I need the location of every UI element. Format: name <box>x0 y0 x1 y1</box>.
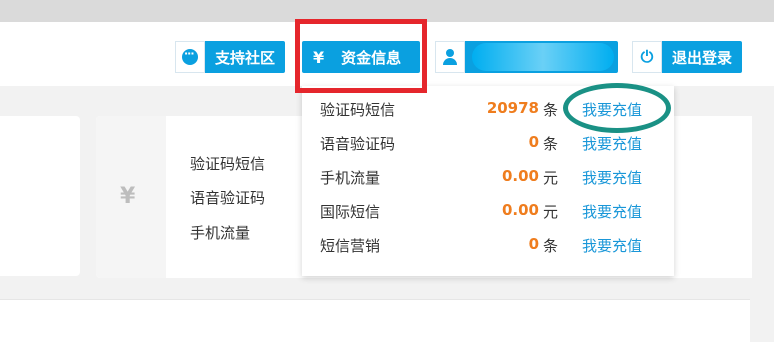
card-label-sms-verification: 验证码短信 <box>190 155 266 173</box>
right-gutter <box>752 86 774 341</box>
user-icon <box>442 49 458 65</box>
power-icon: ⏻ <box>640 47 654 66</box>
card-label-voice-verification: 语音验证码 <box>190 189 266 207</box>
recharge-link[interactable]: 我要充值 <box>582 201 642 222</box>
chat-icon-box <box>175 41 205 73</box>
dropdown-row-international-sms: 国际短信 0.00 元 我要充值 <box>302 196 674 226</box>
left-card <box>0 116 80 276</box>
dropdown-row-value: 0.00 <box>501 201 539 219</box>
dropdown-row-value: 0.00 <box>501 167 539 185</box>
recharge-link[interactable]: 我要充值 <box>582 167 642 188</box>
highlight-circle-recharge-link <box>563 83 671 133</box>
dropdown-row-name: 手机流量 <box>320 169 381 187</box>
recharge-link[interactable]: 我要充值 <box>582 133 642 154</box>
dropdown-row-name: 国际短信 <box>320 203 381 221</box>
dropdown-row-mobile-data: 手机流量 0.00 元 我要充值 <box>302 162 674 192</box>
dropdown-row-name: 验证码短信 <box>320 101 396 119</box>
card-label-mobile-data: 手机流量 <box>190 224 251 242</box>
dropdown-row-value: 20978 <box>486 99 539 117</box>
support-community-label: 支持社区 <box>215 48 276 67</box>
bottom-panel <box>0 299 750 342</box>
dropdown-row-value: 0 <box>528 133 539 151</box>
dropdown-row-name: 短信营销 <box>320 237 381 255</box>
dropdown-row-unit: 元 <box>543 203 559 221</box>
dropdown-row-unit: 条 <box>543 135 559 153</box>
dropdown-row-sms-marketing: 短信营销 0 条 我要充值 <box>302 230 674 260</box>
dropdown-row-value: 0 <box>528 235 539 253</box>
redacted-username <box>472 43 614 71</box>
dropdown-row-name: 语音验证码 <box>320 135 396 153</box>
dropdown-row-unit: 条 <box>543 237 559 255</box>
logout-label: 退出登录 <box>672 48 733 67</box>
support-community-button[interactable]: 支持社区 <box>175 41 286 73</box>
logout-button[interactable]: ⏻ 退出登录 <box>632 41 743 73</box>
power-icon-box: ⏻ <box>632 41 662 73</box>
recharge-link[interactable]: 我要充值 <box>582 235 642 256</box>
highlight-box-funds-button <box>295 19 427 93</box>
user-icon-box <box>435 41 465 73</box>
chat-icon <box>182 47 198 65</box>
dropdown-row-unit: 条 <box>543 101 559 119</box>
dropdown-row-unit: 元 <box>543 169 559 187</box>
yen-icon-large: ¥ <box>120 184 136 209</box>
